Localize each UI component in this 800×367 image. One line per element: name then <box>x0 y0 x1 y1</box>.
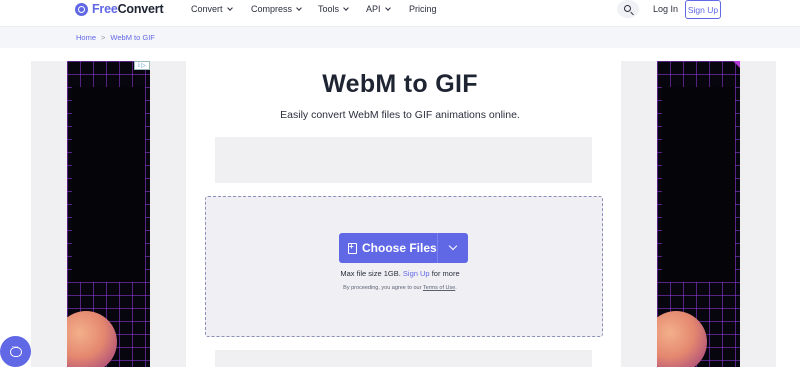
left-ad-banner[interactable]: i ▷ <box>67 61 150 367</box>
file-plus-icon <box>348 242 357 254</box>
nav-api[interactable]: API <box>366 4 391 14</box>
top-ad-slot <box>215 137 592 183</box>
breadcrumb: Home > WebM to GIF <box>76 33 155 42</box>
max-size-suffix: for more <box>431 269 460 278</box>
ad-corner-icon[interactable] <box>733 61 740 68</box>
choose-files-label: Choose Files <box>362 241 437 255</box>
chevron-down-icon <box>343 5 349 11</box>
freeconvert-logo-icon <box>75 2 88 16</box>
terms-prefix: By proceeding, you agree to our <box>343 285 422 291</box>
chevron-down-icon <box>226 5 233 11</box>
nav-tools-label: Tools <box>318 4 340 14</box>
terms-of-use-link[interactable]: Terms of Use <box>423 285 455 291</box>
page-subtitle: Easily convert WebM files to GIF animati… <box>280 109 520 121</box>
page-title: WebM to GIF <box>322 70 478 98</box>
login-link[interactable]: Log In <box>653 4 678 14</box>
logo[interactable]: FreeConvert <box>75 2 164 16</box>
breadcrumb-bar: Home > WebM to GIF <box>0 26 800 48</box>
nav-api-label: API <box>366 4 381 14</box>
nav-tools[interactable]: Tools <box>318 4 349 14</box>
breadcrumb-current: WebM to GIF <box>110 33 155 42</box>
terms-suffix: . <box>455 285 457 291</box>
chat-button[interactable] <box>0 336 31 367</box>
choose-files-button[interactable]: Choose Files <box>339 233 468 263</box>
chat-bubble-icon <box>9 342 22 357</box>
choose-files-dropdown[interactable] <box>438 233 468 263</box>
terms-note: By proceeding, you agree to our Terms of… <box>0 285 800 291</box>
nav-pricing[interactable]: Pricing <box>409 4 437 14</box>
max-file-size-note: Max file size 1GB. Sign Up for more <box>0 269 800 278</box>
logo-text-free: Free <box>92 2 118 16</box>
nav-compress[interactable]: Compress <box>251 4 302 14</box>
nav-compress-label: Compress <box>251 4 293 14</box>
signup-link[interactable]: Sign Up <box>403 269 430 278</box>
nav-pricing-label: Pricing <box>409 4 437 14</box>
ad-choices-icon[interactable]: i ▷ <box>134 61 150 70</box>
search-icon <box>623 4 631 12</box>
nav-convert[interactable]: Convert <box>191 4 233 14</box>
bottom-ad-slot <box>215 350 592 367</box>
chevron-down-icon <box>448 241 458 251</box>
signup-button[interactable]: Sign Up <box>685 0 721 19</box>
chevron-down-icon <box>296 5 302 11</box>
breadcrumb-home[interactable]: Home <box>76 33 96 42</box>
nav-convert-label: Convert <box>191 4 223 14</box>
breadcrumb-separator: > <box>101 33 106 42</box>
site-header: FreeConvert Convert Compress Tools API P… <box>0 0 800 20</box>
logo-text-convert: Convert <box>117 2 164 16</box>
file-dropzone[interactable] <box>205 196 603 337</box>
right-ad-banner[interactable] <box>657 61 740 367</box>
search-button[interactable] <box>617 0 639 18</box>
chevron-down-icon <box>384 5 391 11</box>
choose-files-main[interactable]: Choose Files <box>339 233 437 263</box>
max-size-prefix: Max file size 1GB. <box>340 269 401 278</box>
